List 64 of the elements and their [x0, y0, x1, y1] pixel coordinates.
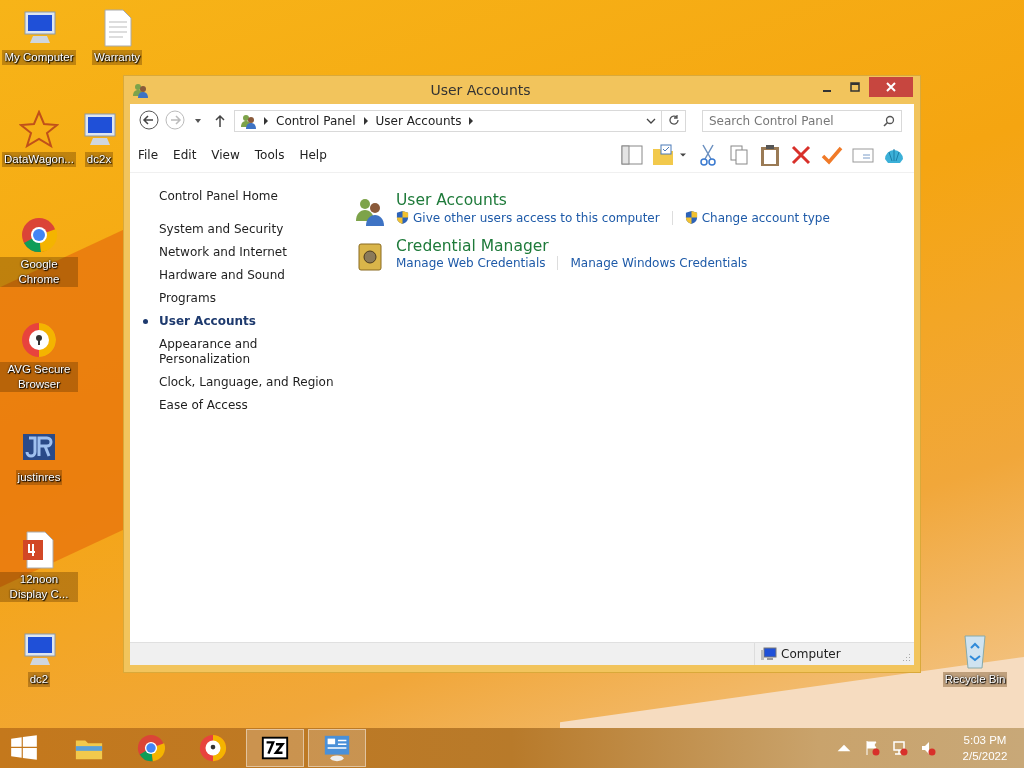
sidebar-link[interactable]: User Accounts — [159, 314, 256, 329]
users-icon — [132, 82, 148, 98]
menu-item[interactable]: View — [211, 148, 240, 162]
desktop-icon-label[interactable]: justinres — [15, 470, 63, 485]
menu-item[interactable]: File — [138, 148, 159, 162]
task-link[interactable]: Change account type — [701, 210, 830, 225]
archiver-button[interactable] — [246, 729, 304, 767]
pane-icon[interactable] — [620, 143, 644, 167]
sidebar-link[interactable]: System and Security — [159, 222, 284, 237]
sidebar-link[interactable]: Control Panel Home — [159, 189, 350, 204]
search-field[interactable]: Search Control Panel — [702, 110, 902, 132]
address-bar[interactable]: Control Panel User Accounts — [234, 110, 662, 132]
browser-icon — [198, 733, 228, 763]
control-panel-icon — [322, 733, 352, 763]
search-icon[interactable] — [883, 115, 895, 127]
chrome-icon — [136, 733, 166, 763]
minimize-icon — [823, 89, 831, 92]
delete-icon[interactable] — [789, 143, 813, 167]
network-icon[interactable] — [892, 740, 908, 756]
clock-time: 5:03 PM — [963, 733, 1007, 748]
chevron-icon[interactable] — [362, 117, 369, 125]
close-button[interactable] — [869, 77, 913, 97]
menu-item[interactable]: Edit — [173, 148, 197, 162]
menu-item[interactable]: Tools — [254, 148, 285, 162]
star-icon[interactable] — [19, 110, 59, 150]
clock-date: 2/5/2022 — [962, 749, 1008, 764]
chevron-icon[interactable] — [468, 117, 475, 125]
category-heading-link[interactable]: User Accounts — [396, 191, 830, 209]
close-icon — [886, 82, 896, 92]
task-link[interactable]: Give other users access to this computer — [413, 210, 660, 225]
users-icon — [240, 113, 256, 129]
refresh-icon — [667, 113, 680, 126]
windows-logo-icon[interactable] — [10, 734, 38, 762]
menu-item[interactable]: Help — [299, 148, 327, 162]
browser-icon[interactable] — [19, 320, 59, 360]
desktop-icon-label[interactable]: Google Chrome — [0, 257, 78, 287]
chevron-icon[interactable] — [263, 117, 269, 125]
sidebar-link[interactable]: Appearance and Personalization — [159, 337, 350, 367]
sidebar-link[interactable]: Ease of Access — [159, 398, 248, 413]
folder-icon[interactable] — [651, 143, 675, 167]
up-arrow-icon[interactable] — [214, 114, 226, 128]
breadcrumb-item[interactable]: User Accounts — [375, 114, 462, 128]
speaker-icon[interactable] — [920, 740, 936, 756]
task-link[interactable]: Manage Windows Credentials — [570, 256, 748, 270]
caret-icon[interactable] — [194, 117, 202, 125]
status-text: Computer — [781, 647, 841, 661]
category-heading-link[interactable]: Credential Manager — [396, 237, 748, 255]
sidebar-link[interactable]: Clock, Language, and Region — [159, 375, 334, 390]
flag-icon[interactable] — [864, 740, 880, 756]
refresh-button[interactable] — [662, 110, 686, 132]
sidebar-link[interactable]: Programs — [159, 291, 216, 306]
dropdown-icon[interactable] — [646, 117, 656, 125]
breadcrumb-item[interactable]: Control Panel — [276, 114, 356, 128]
window-title: User Accounts — [429, 82, 532, 98]
maximize-icon — [850, 82, 860, 92]
sidebar-link[interactable]: Hardware and Sound — [159, 268, 285, 283]
clipboard-icon[interactable] — [758, 143, 782, 167]
sidebar-link[interactable]: Network and Internet — [159, 245, 287, 260]
chrome-icon[interactable] — [19, 215, 59, 255]
resize-grip-icon[interactable] — [901, 652, 911, 662]
back-button[interactable] — [138, 110, 160, 132]
desktop-icon-label[interactable]: AVG Secure Browser — [0, 362, 78, 392]
task-link[interactable]: Manage Web Credentials — [396, 256, 546, 270]
computer-icon — [761, 646, 777, 662]
